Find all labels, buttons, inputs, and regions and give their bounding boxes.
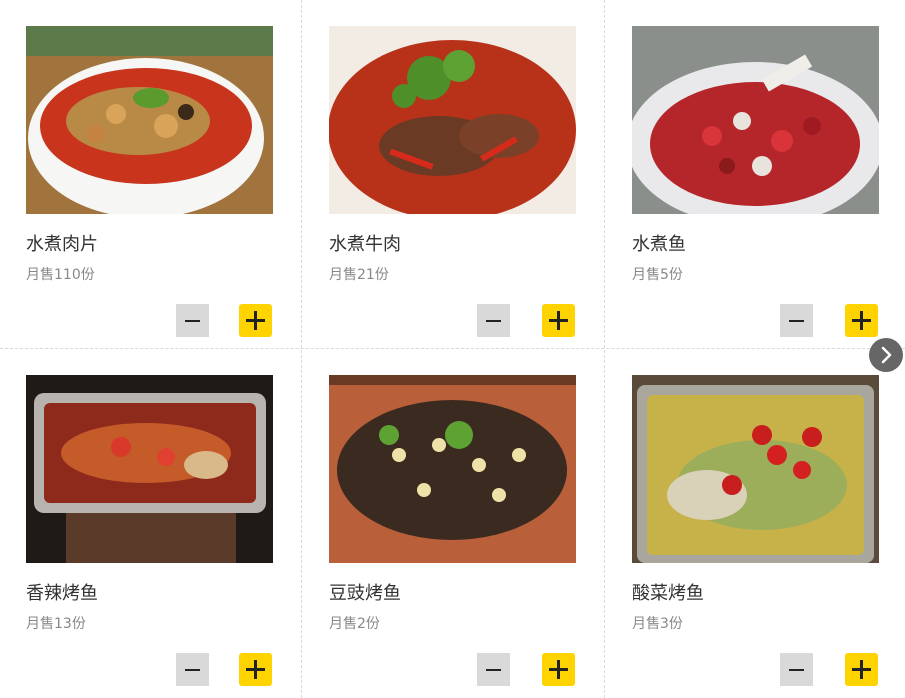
- dish-photo[interactable]: [329, 26, 576, 214]
- dish-monthly-sales: 月售13份: [26, 616, 86, 632]
- dish-photo[interactable]: [329, 375, 576, 563]
- minus-icon[interactable]: [780, 304, 813, 337]
- minus-icon[interactable]: [176, 653, 209, 686]
- dish-monthly-sales: 月售3份: [632, 616, 683, 632]
- plus-icon[interactable]: [542, 653, 575, 686]
- dish-card: 酸菜烤鱼 月售3份: [606, 349, 905, 698]
- dish-name: 香辣烤鱼: [26, 583, 98, 604]
- minus-icon[interactable]: [780, 653, 813, 686]
- plus-icon[interactable]: [542, 304, 575, 337]
- dish-monthly-sales: 月售5份: [632, 267, 683, 283]
- dish-photo[interactable]: [26, 26, 273, 214]
- dish-photo[interactable]: [632, 26, 879, 214]
- dish-card: 水煮牛肉 月售21份: [303, 0, 605, 349]
- plus-icon[interactable]: [239, 653, 272, 686]
- minus-icon[interactable]: [176, 304, 209, 337]
- plus-icon[interactable]: [845, 304, 878, 337]
- dish-monthly-sales: 月售2份: [329, 616, 380, 632]
- dish-card: 水煮鱼 月售5份: [606, 0, 905, 349]
- dish-monthly-sales: 月售21份: [329, 267, 389, 283]
- dish-photo[interactable]: [632, 375, 879, 563]
- dish-name: 水煮牛肉: [329, 234, 401, 255]
- dish-photo[interactable]: [26, 375, 273, 563]
- dish-card: 豆豉烤鱼 月售2份: [303, 349, 605, 698]
- dish-card: 水煮肉片 月售110份: [0, 0, 302, 349]
- dish-name: 水煮鱼: [632, 234, 686, 255]
- dish-name: 豆豉烤鱼: [329, 583, 401, 604]
- dish-card: 香辣烤鱼 月售13份: [0, 349, 302, 698]
- plus-icon[interactable]: [239, 304, 272, 337]
- plus-icon[interactable]: [845, 653, 878, 686]
- minus-icon[interactable]: [477, 653, 510, 686]
- dish-monthly-sales: 月售110份: [26, 267, 95, 283]
- chevron-right-icon[interactable]: [869, 338, 903, 372]
- dish-name: 水煮肉片: [26, 234, 98, 255]
- dish-grid: 水煮肉片 月售110份 水煮牛肉 月售21份 水煮鱼 月售5份 香辣烤鱼 月售1…: [0, 0, 905, 698]
- dish-name: 酸菜烤鱼: [632, 583, 704, 604]
- minus-icon[interactable]: [477, 304, 510, 337]
